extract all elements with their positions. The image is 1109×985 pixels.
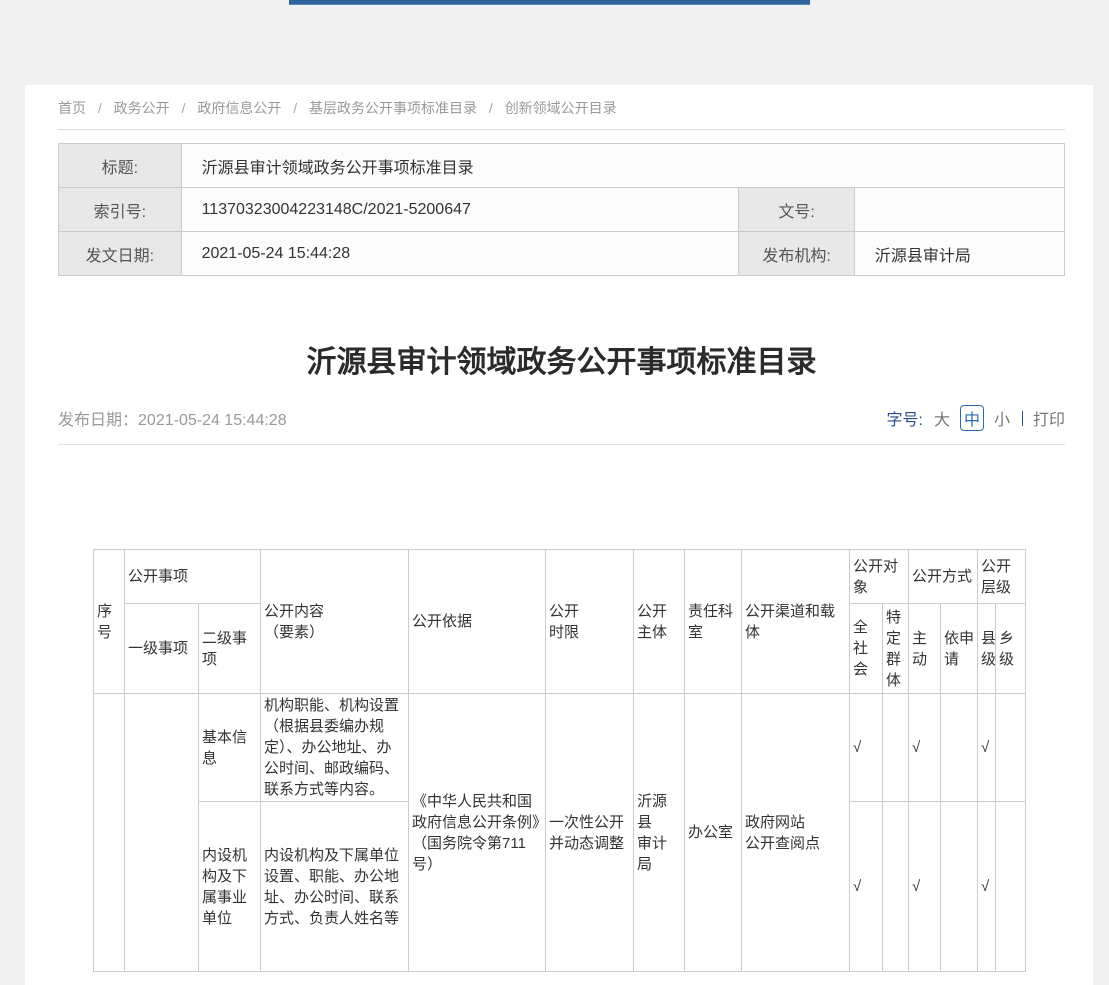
catalog-table: 序 号 公开事项 公开内容 （要素） 公开依据 公开 时限 公开 主体 责任科 … bbox=[93, 549, 1026, 972]
print-button[interactable]: 打印 bbox=[1033, 406, 1065, 430]
cell-content: 内设机构及下属单位设置、职能、办公地址、办公时间、联系方式、负责人姓名等 bbox=[261, 802, 409, 972]
cell-township-check bbox=[996, 694, 1026, 802]
breadcrumb-zhengwu[interactable]: 政务公开 bbox=[114, 100, 170, 116]
cell-content: 机构职能、机构设置（根据县委编办规定）、办公地址、办公时间、邮政编码、联系方式等… bbox=[261, 694, 409, 802]
cell-whole-society-check: √ bbox=[850, 694, 883, 802]
col-header-level1-item: 一级事项 bbox=[125, 604, 199, 694]
col-header-proactive: 主 动 bbox=[909, 604, 941, 694]
breadcrumb-separator: / bbox=[98, 100, 102, 116]
cell-level2-item: 基本信 息 bbox=[199, 694, 261, 802]
publish-date-value: 2021-05-24 15:44:28 bbox=[138, 412, 287, 429]
content-panel: 首页 / 政务公开 / 政府信息公开 / 基层政务公开事项标准目录 / 创新领域… bbox=[25, 85, 1093, 985]
col-header-disclosure-items: 公开事项 bbox=[125, 550, 261, 604]
publish-date: 发布日期：2021-05-24 15:44:28 bbox=[58, 406, 287, 430]
cell-level1-item bbox=[125, 694, 199, 972]
font-size-label: 字号: bbox=[886, 406, 922, 430]
cell-on-request-check bbox=[941, 802, 978, 972]
breadcrumb-xinxi-gongkai[interactable]: 政府信息公开 bbox=[197, 100, 281, 116]
breadcrumb-separator: / bbox=[489, 100, 493, 116]
meta-date-label: 发文日期: bbox=[59, 232, 182, 276]
cell-proactive-check: √ bbox=[909, 694, 941, 802]
breadcrumb-separator: / bbox=[293, 100, 297, 116]
cell-basis: 《中华人民共和国政府信息公开条例》（国务院令第711号） bbox=[409, 694, 546, 972]
font-size-small-button[interactable]: 小 bbox=[994, 406, 1010, 430]
meta-title-value: 沂源县审计领域政务公开事项标准目录 bbox=[181, 144, 1064, 188]
top-nav-bar-edge bbox=[289, 0, 810, 5]
meta-agency-value: 沂源县审计局 bbox=[854, 232, 1064, 276]
col-header-department: 责任科 室 bbox=[685, 550, 742, 694]
breadcrumb-chuangxin-lingyu[interactable]: 创新领域公开目录 bbox=[505, 100, 617, 116]
cell-county-check: √ bbox=[978, 694, 996, 802]
cell-channel: 政府网站 公开查阅点 bbox=[742, 694, 850, 972]
col-header-on-request: 依申 请 bbox=[941, 604, 978, 694]
col-header-method: 公开方式 bbox=[909, 550, 978, 604]
cell-serial bbox=[94, 694, 125, 972]
col-header-specific-group: 特 定 群 体 bbox=[883, 604, 909, 694]
breadcrumb: 首页 / 政务公开 / 政府信息公开 / 基层政务公开事项标准目录 / 创新领域… bbox=[58, 100, 1065, 130]
col-header-township-level: 乡 级 bbox=[996, 604, 1026, 694]
font-size-large-button[interactable]: 大 bbox=[934, 406, 950, 430]
breadcrumb-separator: / bbox=[182, 100, 186, 116]
col-header-level: 公开 层级 bbox=[978, 550, 1026, 604]
font-size-controls: 字号: 大 中 小 打印 bbox=[886, 405, 1065, 431]
col-header-subject: 公开 主体 bbox=[634, 550, 685, 694]
col-header-serial: 序 号 bbox=[94, 550, 125, 694]
cell-level2-item: 内设机构及下属事业单位 bbox=[199, 802, 261, 972]
col-header-time-limit: 公开 时限 bbox=[546, 550, 634, 694]
breadcrumb-home[interactable]: 首页 bbox=[58, 100, 86, 116]
cell-township-check bbox=[996, 802, 1026, 972]
cell-on-request-check bbox=[941, 694, 978, 802]
breadcrumb-biaozhun-mulu[interactable]: 基层政务公开事项标准目录 bbox=[309, 100, 477, 116]
col-header-channel: 公开渠道和载 体 bbox=[742, 550, 850, 694]
cell-department: 办公室 bbox=[685, 694, 742, 972]
meta-title-label: 标题: bbox=[59, 144, 182, 188]
cell-county-check: √ bbox=[978, 802, 996, 972]
cell-specific-group-check bbox=[883, 694, 909, 802]
meta-index-label: 索引号: bbox=[59, 188, 182, 232]
col-header-level2-item: 二级事 项 bbox=[199, 604, 261, 694]
meta-date-value: 2021-05-24 15:44:28 bbox=[181, 232, 739, 276]
cell-whole-society-check: √ bbox=[850, 802, 883, 972]
divider-line bbox=[58, 444, 1065, 445]
col-header-county-level: 县 级 bbox=[978, 604, 996, 694]
col-header-whole-society: 全社 会 bbox=[850, 604, 883, 694]
divider bbox=[1022, 411, 1023, 426]
cell-subject: 沂源县 审计局 bbox=[634, 694, 685, 972]
cell-time-limit: 一次性公开 并动态调整 bbox=[546, 694, 634, 972]
meta-index-value: 11370323004223148C/2021-5200647 bbox=[181, 188, 739, 232]
col-header-basis: 公开依据 bbox=[409, 550, 546, 694]
table-row: 基本信 息 机构职能、机构设置（根据县委编办规定）、办公地址、办公时间、邮政编码… bbox=[94, 694, 1026, 802]
cell-specific-group-check bbox=[883, 802, 909, 972]
meta-docnum-value bbox=[854, 188, 1064, 232]
publish-date-label: 发布日期： bbox=[58, 412, 138, 429]
font-size-medium-button[interactable]: 中 bbox=[960, 405, 984, 431]
col-header-content: 公开内容 （要素） bbox=[261, 550, 409, 694]
meta-agency-label: 发布机构: bbox=[739, 232, 855, 276]
col-header-audience: 公开对 象 bbox=[850, 550, 909, 604]
meta-docnum-label: 文号: bbox=[739, 188, 855, 232]
page-title: 沂源县审计领域政务公开事项标准目录 bbox=[58, 346, 1065, 380]
cell-proactive-check: √ bbox=[909, 802, 941, 972]
document-meta-table: 标题: 沂源县审计领域政务公开事项标准目录 索引号: 1137032300422… bbox=[58, 143, 1065, 276]
